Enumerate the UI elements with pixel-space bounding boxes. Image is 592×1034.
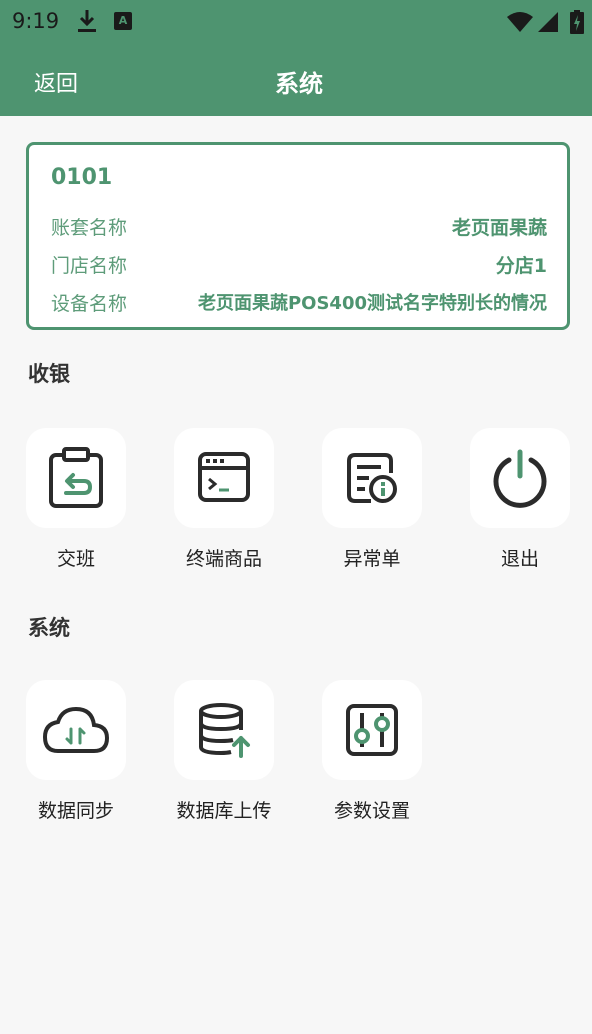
device-info-card: 0101 账套名称 老页面果蔬 门店名称 分店1 设备名称 老页面果蔬POS40…	[26, 142, 570, 330]
database-upload-icon	[199, 703, 250, 758]
wifi-icon	[507, 12, 533, 32]
tile-label: 退出	[500, 548, 539, 570]
handover-button[interactable]: 交班	[26, 428, 126, 571]
tile-box	[174, 680, 274, 780]
parameter-settings-button[interactable]: 参数设置	[322, 680, 422, 823]
info-row-store: 门店名称 分店1	[51, 251, 547, 281]
terminal-window-icon	[198, 452, 250, 502]
cloud-sync-icon	[42, 706, 110, 753]
info-label: 账套名称	[51, 217, 128, 239]
exit-button[interactable]: 退出	[470, 428, 570, 571]
tile-box	[470, 428, 570, 528]
account-code: 0101	[51, 165, 113, 190]
info-label: 设备名称	[51, 293, 128, 315]
settings-sliders-icon	[346, 704, 398, 756]
tile-box	[26, 680, 126, 780]
terminal-products-button[interactable]: 终端商品	[174, 428, 274, 571]
app-bar: 返回 系统	[0, 44, 592, 116]
tile-label: 交班	[56, 548, 95, 570]
tile-box	[322, 428, 422, 528]
tile-label: 异常单	[343, 548, 401, 570]
status-time: 9:19	[12, 9, 60, 33]
battery-charging-icon	[570, 10, 584, 34]
exception-orders-button[interactable]: 异常单	[322, 428, 422, 571]
tile-box	[322, 680, 422, 780]
info-label: 门店名称	[51, 255, 128, 277]
info-row-account-set: 账套名称 老页面果蔬	[51, 213, 547, 243]
a-notification-icon: A	[114, 12, 132, 30]
tile-label: 数据库上传	[176, 800, 272, 822]
info-row-device: 设备名称 老页面果蔬POS400测试名字特别长的情况	[51, 289, 547, 319]
database-upload-button[interactable]: 数据库上传	[174, 680, 274, 823]
info-value: 老页面果蔬POS400测试名字特别长的情况	[197, 293, 547, 314]
exception-document-icon	[347, 453, 397, 503]
status-bar: 9:19 A	[0, 0, 592, 44]
tile-box	[174, 428, 274, 528]
cell-signal-icon	[538, 12, 558, 32]
info-value: 老页面果蔬	[451, 217, 547, 239]
power-icon	[493, 449, 547, 508]
section-title-system: 系统	[28, 616, 70, 640]
data-sync-button[interactable]: 数据同步	[26, 680, 126, 823]
download-icon	[78, 10, 96, 32]
tile-label: 参数设置	[333, 800, 410, 822]
info-value: 分店1	[495, 255, 547, 277]
tile-label: 数据同步	[37, 800, 114, 822]
tile-label: 终端商品	[185, 548, 262, 570]
page-title: 系统	[275, 70, 323, 98]
handover-clipboard-icon	[49, 447, 103, 508]
section-title-cashier: 收银	[28, 362, 70, 386]
tile-box	[26, 428, 126, 528]
